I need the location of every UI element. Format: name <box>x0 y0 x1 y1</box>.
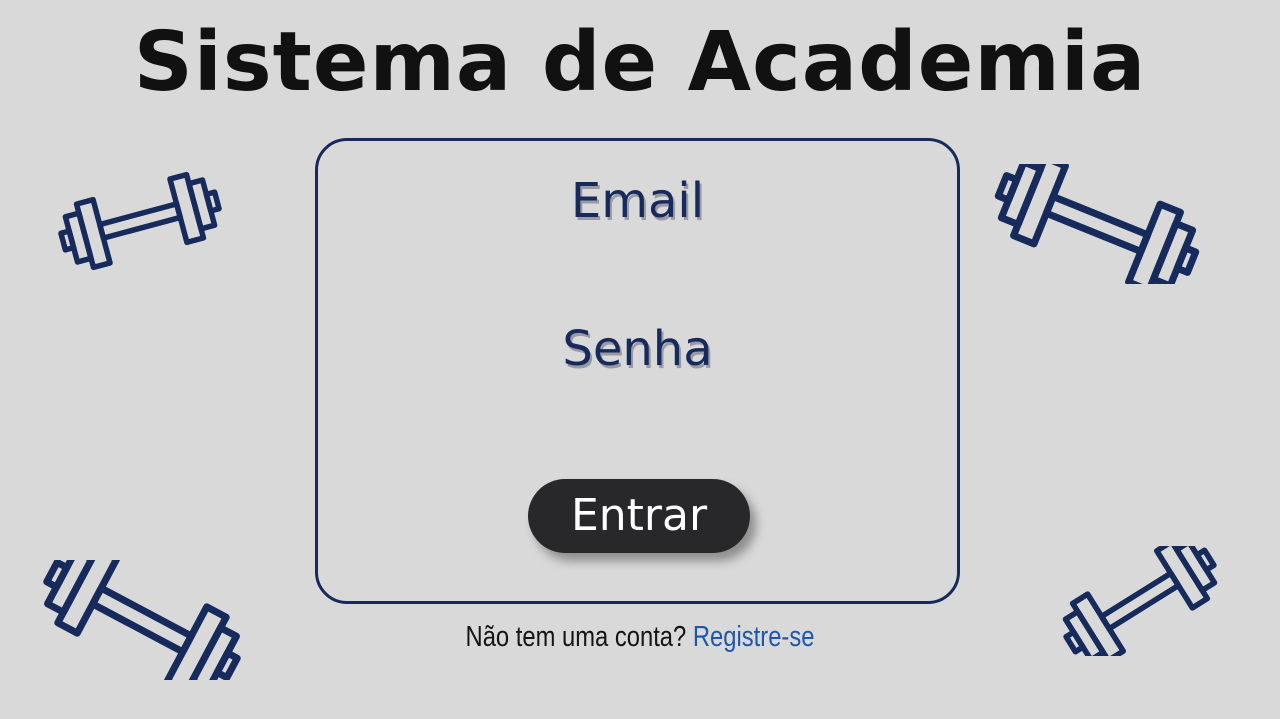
dumbbell-icon <box>30 166 250 276</box>
email-label: Email <box>570 173 705 229</box>
register-line: Não tem uma conta? Registre-se <box>115 621 1165 654</box>
login-card: Email Senha Entrar <box>315 138 960 604</box>
dumbbell-icon <box>22 560 262 680</box>
dumbbell-icon <box>982 164 1212 284</box>
register-prompt: Não tem uma conta? <box>465 621 687 653</box>
page-title: Sistema de Academia <box>133 15 1147 110</box>
register-link[interactable]: Registre-se <box>693 621 815 653</box>
password-label: Senha <box>562 321 713 377</box>
enter-button[interactable]: Entrar <box>528 479 750 553</box>
